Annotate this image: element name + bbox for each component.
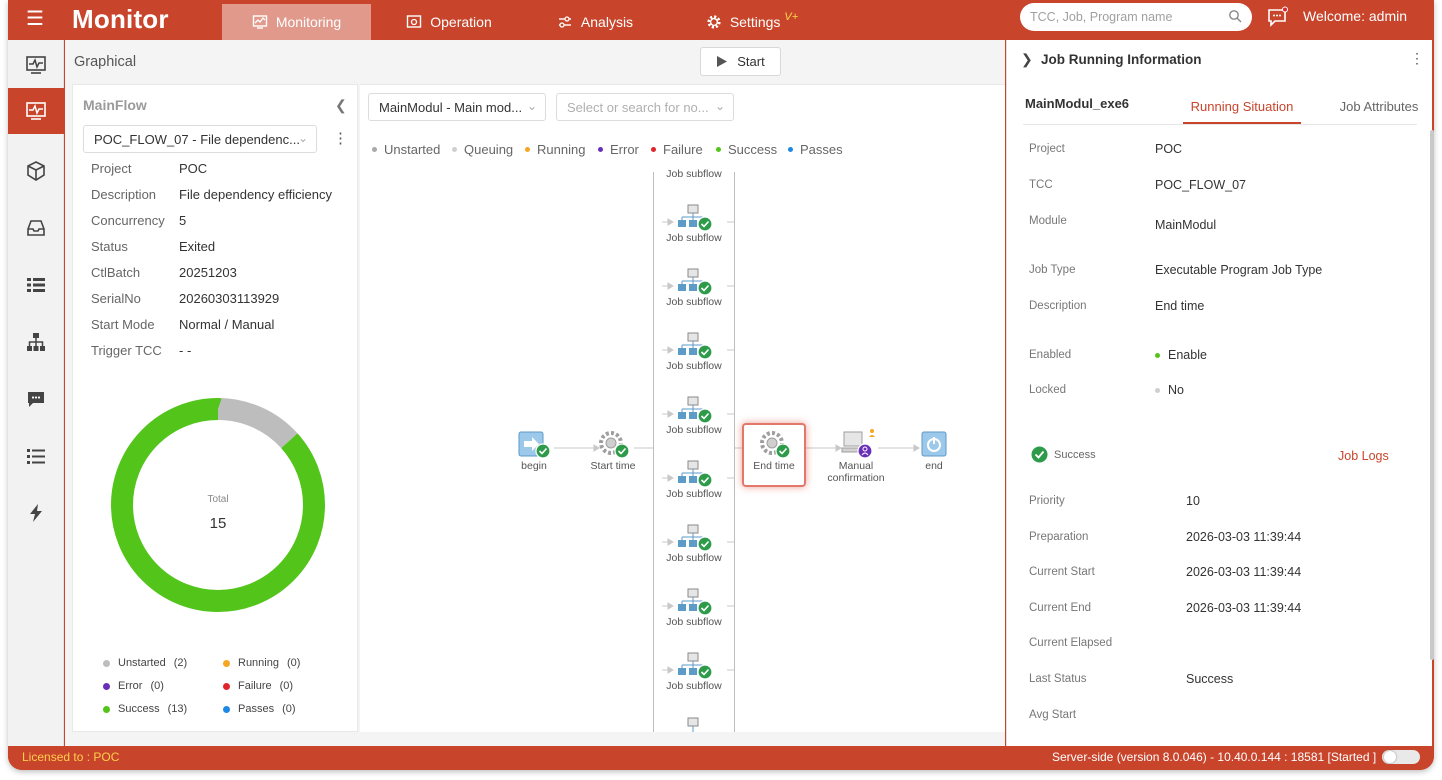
- job-info-panel: ❯ Job Running Information ⋮ MainModul_ex…: [1006, 40, 1432, 746]
- field-value: Success: [1186, 672, 1234, 686]
- flow-edges: [554, 218, 920, 674]
- subflow-icon: [678, 268, 713, 296]
- welcome-text: Welcome: admin: [1303, 8, 1408, 24]
- node-manual-confirmation[interactable]: Manual confirmation: [820, 428, 892, 484]
- gear-icon: [599, 431, 630, 459]
- job-logs-link[interactable]: Job Logs: [1338, 449, 1389, 463]
- field-key: Current End: [1029, 602, 1092, 614]
- node-job-subflow[interactable]: Job subflow: [659, 652, 729, 692]
- node-start-time[interactable]: Start time: [578, 430, 648, 472]
- tab-job-attributes[interactable]: Job Attributes: [1331, 92, 1427, 124]
- field-key: Priority: [1029, 495, 1065, 507]
- node-job-subflow[interactable]: Job subflow: [659, 268, 729, 308]
- subflow-icon: [678, 204, 713, 232]
- field-key: Last Status: [1029, 673, 1087, 685]
- more-vertical-icon[interactable]: ⋮: [1410, 50, 1424, 67]
- node-label: End time: [753, 460, 795, 472]
- status-dot: [1155, 387, 1160, 393]
- toggle-knob: [1384, 751, 1396, 763]
- node-label: Job subflow: [666, 424, 722, 436]
- node-job-subflow[interactable]: Job subflow: [659, 396, 729, 436]
- search-input[interactable]: TCC, Job, Program name: [1020, 3, 1252, 31]
- job-name: MainModul_exe6: [1025, 96, 1130, 111]
- field-key: Current Start: [1029, 566, 1095, 578]
- field-key: Avg Start: [1029, 709, 1077, 721]
- node-label: Job subflow: [666, 680, 722, 692]
- tab-divider: [1023, 124, 1417, 125]
- field-value: Executable Program Job Type: [1155, 263, 1323, 277]
- field-value-enabled: Enable: [1155, 348, 1207, 362]
- field-key: Preparation: [1029, 531, 1089, 543]
- field-value: 10: [1186, 494, 1200, 508]
- field-key: Enabled: [1029, 349, 1072, 361]
- field-value: MainModul: [1155, 218, 1217, 232]
- node-label: Job subflow: [666, 616, 722, 628]
- node-label: confirmation: [827, 472, 885, 484]
- field-value: Enable: [1168, 348, 1207, 362]
- node-label: end: [925, 460, 943, 472]
- panel-title: Job Running Information: [1041, 52, 1202, 67]
- node-job-subflow-partial[interactable]: [659, 716, 729, 732]
- begin-icon: [518, 431, 551, 459]
- field-value: POC_FLOW_07: [1155, 178, 1247, 192]
- node-label: Job subflow: [666, 296, 722, 308]
- node-label: Start time: [590, 460, 636, 472]
- node-label: Job subflow: [666, 360, 722, 372]
- end-icon: [921, 431, 947, 457]
- node-label: Job subflow: [666, 488, 722, 500]
- node-label: Job subflow: [666, 552, 722, 564]
- subflow-icon: [678, 396, 713, 424]
- node-label: Manual: [838, 460, 874, 472]
- field-value: POC: [1155, 142, 1183, 156]
- node-begin[interactable]: begin: [499, 430, 569, 472]
- subflow-icon: [678, 588, 713, 616]
- field-key: Job Type: [1029, 264, 1076, 276]
- node-job-subflow[interactable]: Job subflow: [659, 332, 729, 372]
- field-key: Project: [1029, 143, 1065, 155]
- app-frame: ☰ Monitor Monitoring Operation Analysis …: [8, 0, 1434, 770]
- status-dot: [1155, 352, 1160, 358]
- search-icon[interactable]: [1228, 9, 1242, 23]
- panel-scrollbar[interactable]: [1430, 130, 1434, 660]
- field-value: End time: [1155, 299, 1205, 313]
- node-job-subflow[interactable]: Job subflow: [659, 204, 729, 244]
- server-status-text: Server-side (version 8.0.046) - 10.40.0.…: [1052, 750, 1377, 764]
- field-key: Locked: [1029, 384, 1067, 396]
- field-value: 2026-03-03 11:39:44: [1186, 530, 1302, 544]
- node-end-time[interactable]: End time: [739, 430, 809, 472]
- node-label: begin: [521, 460, 547, 472]
- field-key: TCC: [1029, 179, 1053, 191]
- status-text: Success: [1054, 448, 1096, 461]
- status-bar: Licensed to : POC Server-side (version 8…: [8, 746, 1434, 770]
- success-check-icon: [1031, 446, 1048, 463]
- subflow-icon: [678, 652, 713, 680]
- node-job-subflow[interactable]: Job subflow: [659, 524, 729, 564]
- gear-icon: [760, 431, 791, 459]
- field-key: Description: [1029, 300, 1087, 312]
- field-key: Module: [1029, 215, 1067, 227]
- manual-confirm-icon: [841, 429, 875, 459]
- node-job-subflow[interactable]: Job subflow: [659, 588, 729, 628]
- server-toggle[interactable]: [1382, 750, 1420, 764]
- node-job-subflow[interactable]: Job subflow: [659, 460, 729, 500]
- node-label: Job subflow: [666, 168, 722, 180]
- field-key: Current Elapsed: [1029, 637, 1113, 649]
- node-end[interactable]: end: [899, 430, 969, 472]
- subflow-icon: [678, 524, 713, 552]
- chevron-right-icon[interactable]: ❯: [1021, 51, 1033, 68]
- field-value: 2026-03-03 11:39:44: [1186, 565, 1302, 579]
- subflow-icon: [678, 460, 713, 488]
- node-job-subflow[interactable]: Job subflow: [659, 168, 729, 180]
- node-label: Job subflow: [666, 232, 722, 244]
- tab-running-situation[interactable]: Running Situation: [1183, 92, 1301, 124]
- license-text: Licensed to : POC: [22, 750, 120, 764]
- field-value: 2026-03-03 11:39:44: [1186, 601, 1302, 615]
- field-value-locked: No: [1155, 383, 1184, 397]
- search-placeholder: TCC, Job, Program name: [1030, 10, 1173, 24]
- subflow-icon: [678, 332, 713, 360]
- subflow-icon: [687, 717, 699, 732]
- field-value: No: [1168, 383, 1184, 397]
- message-icon[interactable]: [1266, 6, 1288, 28]
- status-badge: Success: [1031, 446, 1096, 463]
